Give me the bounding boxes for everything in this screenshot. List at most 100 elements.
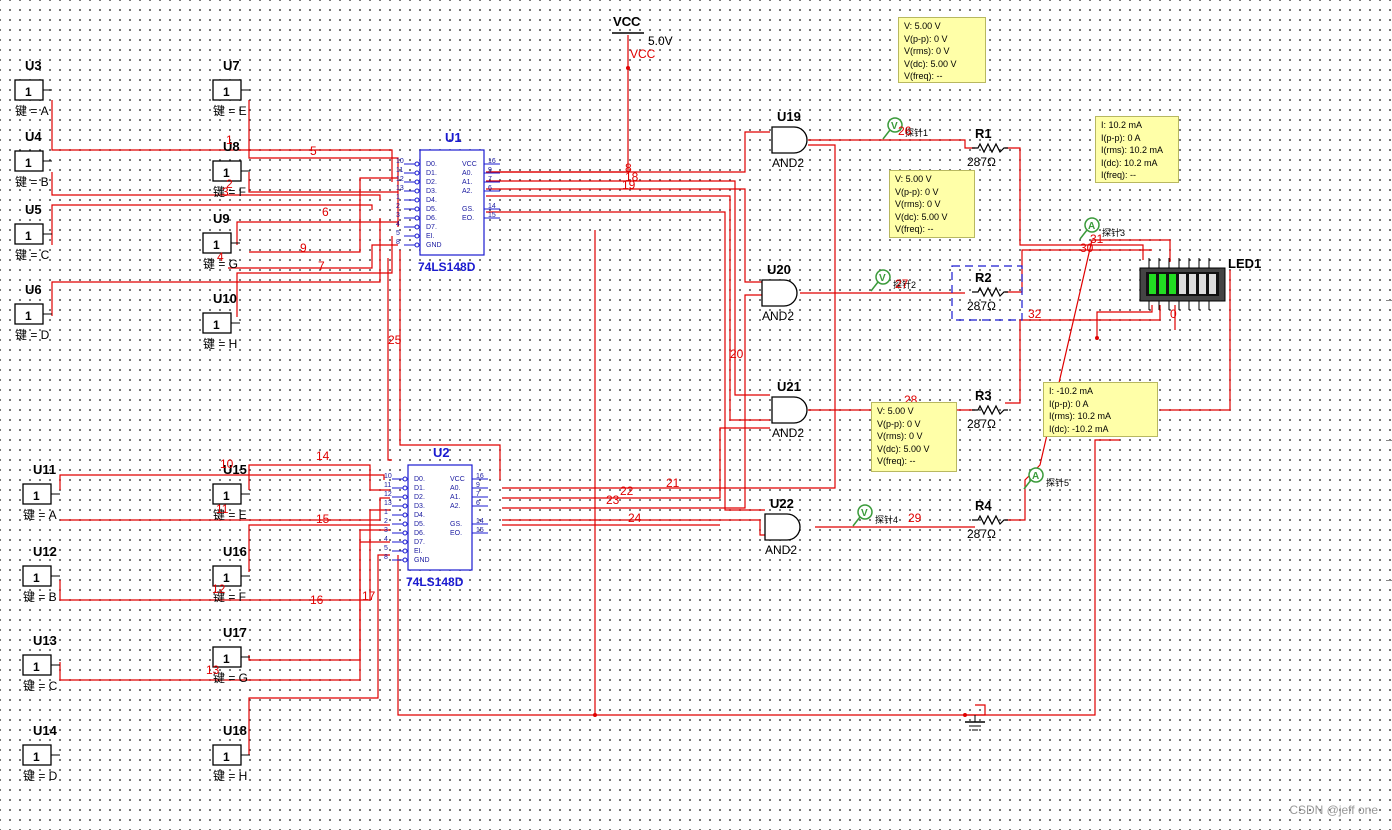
switch-u18[interactable]: U18 1 键 = H bbox=[212, 723, 250, 783]
switch-key-label: 键 = B bbox=[23, 590, 57, 604]
probe-reading: V(freq): -- bbox=[895, 224, 934, 235]
chip-pin-number: 7 bbox=[476, 491, 480, 498]
wire bbox=[486, 195, 770, 421]
switch-value: 1 bbox=[33, 571, 40, 585]
resistor-value: 287Ω bbox=[967, 155, 996, 169]
gate-u19[interactable]: U19 AND2 bbox=[771, 109, 808, 170]
and-gate-body[interactable] bbox=[761, 279, 798, 307]
and-gate-body[interactable] bbox=[764, 513, 801, 541]
chip-pin-label: A2. bbox=[450, 503, 461, 510]
chip-pin-number: 6 bbox=[476, 500, 480, 507]
switch-key-label: 键 = H bbox=[213, 769, 247, 783]
probe-reading: V: 5.00 V bbox=[877, 406, 914, 416]
switch-u3[interactable]: U3 1 键 = A bbox=[14, 58, 52, 118]
chip-pin-label: A0. bbox=[450, 485, 461, 492]
net-label: 12 bbox=[212, 582, 226, 596]
resistor-r2[interactable]: R2 287Ω bbox=[967, 270, 1008, 313]
chip-pin-label: D5. bbox=[426, 206, 437, 213]
chip-pin-label: D3. bbox=[414, 503, 425, 510]
wire bbox=[387, 258, 392, 461]
wire bbox=[490, 35, 629, 173]
switch-u12[interactable]: U12 1 键 = B bbox=[22, 544, 60, 604]
schematic-canvas[interactable]: VCC 5.0V VCC U3 1 键 = A U4 1 键 = B U5 1 键 = C U6 1 键 =… bbox=[0, 0, 1392, 825]
probe-reading: I(dc): 10.2 mA bbox=[1101, 157, 1158, 168]
switch-u14[interactable]: U14 1 键 = D bbox=[22, 723, 60, 783]
and-gate-body[interactable] bbox=[771, 126, 808, 154]
wire bbox=[248, 524, 390, 572]
switch-u5[interactable]: U5 1 键 = C bbox=[14, 202, 52, 262]
chip-pin-label: D6. bbox=[426, 215, 437, 222]
net-label: 29 bbox=[908, 511, 922, 525]
net-label: 22 bbox=[620, 484, 634, 498]
probe-reading: V(rms): 0 V bbox=[895, 199, 941, 210]
switch-id: U12 bbox=[33, 544, 57, 559]
switch-u4[interactable]: U4 1 键 = B bbox=[14, 129, 52, 189]
switch-key-label: 键 = E bbox=[213, 104, 247, 118]
vcc-name: VCC bbox=[613, 14, 641, 29]
led-segment bbox=[1159, 274, 1166, 294]
gate-u20[interactable]: U20 AND2 bbox=[761, 262, 798, 323]
probe-marker-4[interactable]: V 探针4 bbox=[852, 504, 898, 527]
ground-symbol[interactable] bbox=[965, 715, 985, 731]
probe-reading: I(p-p): 0 A bbox=[1049, 398, 1089, 409]
chip-u1[interactable]: U1 D0. 10 D1. 11 D2. 12 D3. 13 D4. 1 D5. 2 D6. 3 D7. 4 EI… bbox=[396, 130, 500, 274]
resistor-r1[interactable]: R1 287Ω bbox=[967, 126, 1008, 169]
chip-pin-number: 8 bbox=[384, 554, 388, 561]
probe-reading: V(freq): -- bbox=[904, 71, 943, 82]
net-label: 23 bbox=[606, 493, 620, 507]
wire bbox=[228, 244, 398, 269]
chip-pin-bubble bbox=[414, 206, 420, 212]
led-id: LED1 bbox=[1228, 256, 1261, 271]
chip-pin-number: 12 bbox=[396, 176, 404, 183]
probe-reading: V(dc): 5.00 V bbox=[904, 58, 957, 69]
gate-u21[interactable]: U21 AND2 bbox=[771, 379, 808, 440]
wire bbox=[397, 439, 1120, 716]
net-label: 16 bbox=[310, 593, 324, 607]
probe-needle bbox=[1079, 229, 1088, 240]
chip-pin-number: 2 bbox=[396, 203, 400, 210]
chip-pin-number: 14 bbox=[488, 203, 496, 210]
resistor-r4[interactable]: R4 287Ω bbox=[967, 498, 1008, 541]
switch-u7[interactable]: U7 1 键 = E bbox=[212, 58, 250, 118]
chip-pin-bubble bbox=[414, 224, 420, 230]
chip-pin-label: EO. bbox=[462, 215, 474, 222]
switch-value: 1 bbox=[213, 318, 220, 332]
led-bargraph[interactable]: LED1 bbox=[1139, 256, 1261, 310]
resistor-id: R2 bbox=[975, 270, 992, 285]
net-label: 3 bbox=[222, 185, 229, 199]
resistor-r3[interactable]: R3 287Ω bbox=[967, 388, 1008, 431]
net-label: 17 bbox=[362, 589, 376, 603]
probe-readout-2: V: 5.00 V V(p-p): 0 V V(rms): 0 V V(dc): 5.… bbox=[889, 170, 975, 238]
probe-type: V bbox=[891, 121, 898, 132]
wire bbox=[248, 172, 398, 193]
switch-id: U5 bbox=[25, 202, 42, 217]
switch-value: 1 bbox=[25, 85, 32, 99]
switch-id: U14 bbox=[33, 723, 58, 738]
chip-pin-label: A1. bbox=[462, 179, 473, 186]
chip-pin-label: D5. bbox=[414, 521, 425, 528]
switch-u13[interactable]: U13 1 键 = C bbox=[22, 633, 60, 693]
switch-id: U10 bbox=[213, 291, 237, 306]
probe-marker-5[interactable]: A 探针5 bbox=[1023, 467, 1069, 490]
and-gate-body[interactable] bbox=[771, 396, 808, 424]
probe-needle bbox=[870, 281, 879, 292]
switch-value: 1 bbox=[33, 750, 40, 764]
switch-u11[interactable]: U11 1 键 = A bbox=[22, 462, 60, 522]
switch-u6[interactable]: U6 1 键 = D bbox=[14, 282, 52, 342]
switch-u10[interactable]: U10 1 键 = H bbox=[202, 291, 240, 351]
switch-id: U3 bbox=[25, 58, 42, 73]
probe-marker-2[interactable]: V探针2 bbox=[870, 269, 916, 292]
switch-value: 1 bbox=[25, 229, 32, 243]
switch-id: U11 bbox=[33, 462, 56, 477]
led-segment bbox=[1169, 274, 1176, 294]
wire bbox=[808, 139, 975, 149]
net-label: 31 bbox=[1090, 232, 1104, 246]
wire bbox=[486, 188, 762, 283]
chip-u2[interactable]: U2 D0. 10 D1. 11 D2. 12 D3. 13 D4. 1 D5. 2 D6. 3 D7. 4 EI… bbox=[384, 445, 488, 589]
switch-id: U6 bbox=[25, 282, 42, 297]
resistor-id: R4 bbox=[975, 498, 992, 513]
chip-pin-label: D3. bbox=[426, 188, 437, 195]
switch-key-label: 键 = B bbox=[15, 175, 49, 189]
led-segment bbox=[1189, 274, 1196, 294]
gate-u22[interactable]: U22 AND2 bbox=[764, 496, 801, 557]
